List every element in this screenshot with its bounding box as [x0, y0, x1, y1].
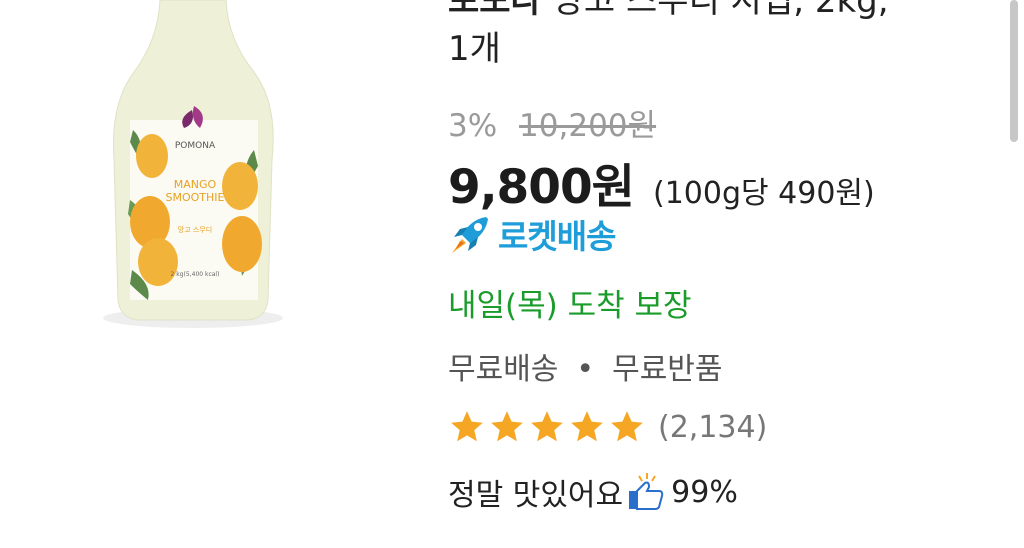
- rocket-delivery-badge[interactable]: 로켓배송: [448, 210, 616, 258]
- bottle-brand-text: POMONA: [175, 141, 216, 151]
- bottle-name-line1: MANGO: [174, 178, 217, 191]
- arrival-guarantee: 내일(목) 도착 보장: [448, 288, 692, 324]
- taste-label: 정말 맛있어요: [448, 478, 624, 513]
- price-row: 9,800원 (100g당 490원): [448, 148, 875, 217]
- star-icon: [451, 411, 483, 442]
- rocket-delivery-label: 로켓배송: [498, 217, 616, 256]
- rating-row[interactable]: (2,134): [448, 408, 767, 446]
- discount-rate: 3%: [448, 108, 498, 144]
- star-icon: [531, 411, 563, 442]
- scrollbar[interactable]: [1010, 0, 1018, 142]
- shipping-info: 무료배송 • 무료반품: [448, 344, 723, 388]
- product-image[interactable]: POMONA MANGO SMOOTHIE 망고 스무디 2 kg(5,400 …: [40, 0, 360, 340]
- unit-price: (100g당 490원): [653, 176, 875, 211]
- taste-percent: 99%: [671, 474, 738, 510]
- sale-price: 9,800원: [448, 160, 635, 215]
- discount-row: 3% 10,200원: [448, 100, 656, 145]
- free-return: 무료반품: [612, 352, 723, 387]
- free-shipping: 무료배송: [448, 352, 559, 387]
- thumbs-up-icon: [629, 473, 664, 510]
- bottle-name-line2: SMOOTHIE: [166, 191, 225, 204]
- rocket-icon: [452, 217, 488, 253]
- bottle-korean-name: 망고 스무디: [178, 225, 212, 234]
- star-icon: [491, 411, 523, 442]
- star-icon: [611, 411, 643, 442]
- star-icon: [571, 411, 603, 442]
- taste-summary: 정말 맛있어요 99%: [448, 470, 738, 514]
- separator-dot: •: [576, 352, 595, 387]
- bottle-weight: 2 kg(5,400 kcal): [171, 271, 220, 278]
- product-title-line2: 1개: [448, 29, 501, 69]
- product-title-rest: 망고 스무디 시럽, 2kg,: [552, 0, 889, 21]
- product-brand[interactable]: 포모나: [448, 0, 542, 21]
- review-count[interactable]: (2,134): [658, 410, 767, 445]
- product-title: 포모나 망고 스무디 시럽, 2kg,: [448, 0, 968, 24]
- original-price: 10,200원: [519, 108, 657, 144]
